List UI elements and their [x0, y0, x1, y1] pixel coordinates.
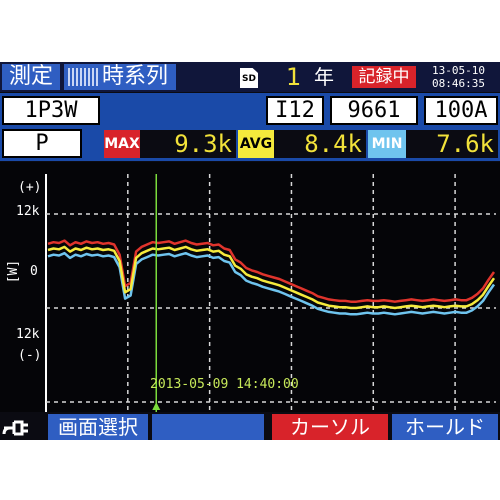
- function-key-bar: 画面選択 カーソル ホールド: [0, 412, 500, 440]
- y-unit-label: [W]: [6, 259, 22, 284]
- y-bottom-tick: 12k: [16, 327, 40, 342]
- instrument-screen: 測定 時系列 SD 1 年 記録中 13-05-10 08:46:35 1P3W…: [0, 62, 500, 440]
- cursor-timestamp: 2013-05-09 14:40:00: [150, 377, 299, 392]
- y-top-tick: 12k: [16, 204, 40, 219]
- sd-card-icon: SD: [240, 68, 258, 88]
- series-max-line: [47, 239, 496, 303]
- recording-period-unit: 年: [314, 65, 334, 89]
- parameter-field[interactable]: P: [2, 129, 82, 158]
- y-top-sign: (+): [18, 180, 42, 195]
- max-value: 9.3k: [140, 130, 236, 158]
- settings-panel: 1P3W I12 9661 100A P MAX 9.3k AVG 8.4k M…: [0, 93, 500, 161]
- clock-date: 13-05-10: [432, 64, 485, 77]
- clamp-model-field: 9661: [330, 96, 418, 125]
- top-status-bar: 測定 時系列 SD 1 年 記録中 13-05-10 08:46:35: [0, 62, 500, 92]
- y-zero-tick: 0: [30, 264, 38, 279]
- range-field: 100A: [424, 96, 498, 125]
- hold-button[interactable]: ホールド: [392, 414, 498, 440]
- cursor-button[interactable]: カーソル: [272, 414, 388, 440]
- clock-time: 08:46:35: [432, 77, 485, 90]
- clock: 13-05-10 08:46:35: [432, 64, 485, 90]
- tab-measure[interactable]: 測定: [2, 64, 60, 90]
- avg-value: 8.4k: [274, 130, 366, 158]
- plug-icon: [0, 414, 44, 440]
- min-value: 7.6k: [406, 130, 498, 158]
- tab-timeseries[interactable]: 時系列: [64, 64, 176, 90]
- y-bottom-sign: (-): [18, 348, 42, 363]
- wiring-field: 1P3W: [2, 96, 100, 125]
- tab-grip-icon: [68, 68, 98, 86]
- trend-chart-svg: [45, 174, 496, 412]
- min-label: MIN: [368, 130, 406, 158]
- screen-select-button[interactable]: 画面選択: [48, 414, 148, 440]
- recording-status-badge: 記録中: [352, 66, 416, 88]
- recording-period-value: 1: [286, 63, 302, 91]
- avg-label: AVG: [238, 130, 274, 158]
- max-label: MAX: [104, 130, 140, 158]
- tab-timeseries-label: 時系列: [102, 64, 169, 89]
- cursor-marker: [152, 402, 161, 410]
- clamp-channel-field: I12: [266, 96, 324, 125]
- function-key-2-button[interactable]: [152, 414, 264, 440]
- trend-graph: [0, 162, 500, 412]
